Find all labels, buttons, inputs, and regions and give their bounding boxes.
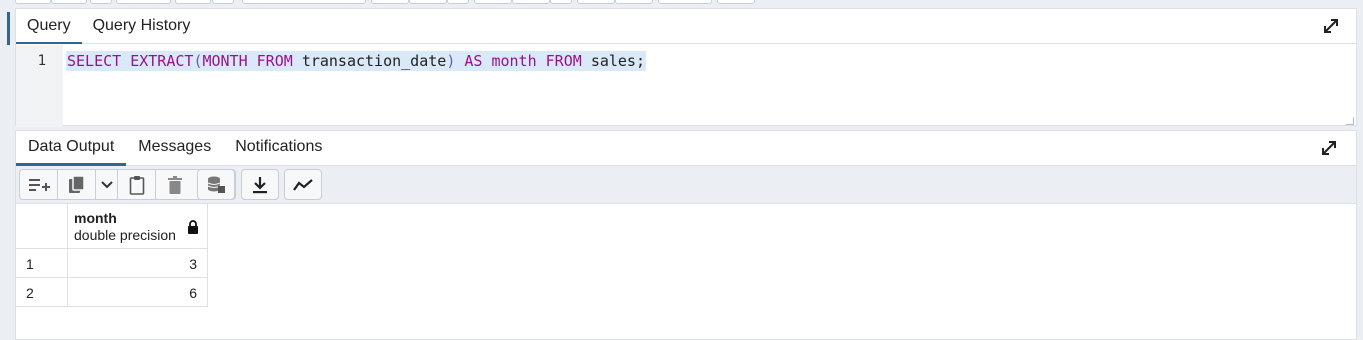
grid-corner[interactable] bbox=[16, 204, 68, 249]
toolbar-button[interactable] bbox=[15, 0, 51, 4]
sql-editor[interactable]: 1 SELECT EXTRACT(MONTH FROM transaction_… bbox=[16, 45, 1356, 127]
toolbar-button[interactable] bbox=[212, 0, 234, 4]
resize-grip-icon[interactable] bbox=[1346, 117, 1354, 125]
toolbar-button[interactable] bbox=[474, 0, 512, 4]
add-row-icon[interactable] bbox=[20, 170, 58, 199]
main-toolbar-strip bbox=[0, 0, 1363, 6]
toolbar-button[interactable] bbox=[512, 0, 550, 4]
line-number: 1 bbox=[37, 53, 46, 69]
chevron-down-icon[interactable] bbox=[96, 170, 118, 199]
toolbar-button[interactable] bbox=[371, 0, 409, 4]
sql-keyword: MONTH bbox=[202, 52, 248, 70]
save-button-group bbox=[197, 169, 235, 200]
sql-paren: ) bbox=[446, 52, 456, 70]
line-gutter: 1 bbox=[16, 45, 63, 127]
tab-data-output[interactable]: Data Output bbox=[16, 131, 127, 166]
sql-identifier: transaction_date bbox=[301, 52, 447, 70]
column-header-month[interactable]: month double precision bbox=[68, 204, 208, 249]
save-data-icon[interactable] bbox=[198, 170, 234, 199]
column-type: double precision bbox=[74, 227, 176, 243]
sql-identifier: sales; bbox=[590, 52, 645, 70]
graph-icon[interactable] bbox=[285, 170, 321, 199]
code-line[interactable]: SELECT EXTRACT(MONTH FROM transaction_da… bbox=[66, 51, 646, 71]
copy-icon[interactable] bbox=[58, 170, 96, 199]
table-row[interactable]: 2 6 bbox=[16, 278, 208, 307]
toolbar-button[interactable] bbox=[550, 0, 572, 4]
sql-keyword: FROM bbox=[545, 52, 582, 70]
output-panel: Data Output Messages Notifications month… bbox=[15, 130, 1357, 340]
toolbar-button[interactable] bbox=[90, 0, 112, 4]
sql-alias: month bbox=[491, 52, 537, 70]
sql-keyword: SELECT bbox=[67, 52, 122, 70]
download-button-group bbox=[241, 169, 279, 200]
table-row[interactable]: 1 3 bbox=[16, 249, 208, 278]
panel-focus-indicator bbox=[7, 12, 10, 45]
expand-icon[interactable] bbox=[1322, 17, 1340, 35]
toolbar-button[interactable] bbox=[51, 0, 87, 4]
column-name: month bbox=[74, 210, 117, 226]
download-icon[interactable] bbox=[242, 170, 278, 199]
lock-icon bbox=[187, 220, 199, 240]
grid-header: month double precision bbox=[16, 204, 208, 249]
toolbar-button[interactable] bbox=[615, 0, 653, 4]
paste-icon[interactable] bbox=[118, 170, 156, 199]
delete-icon[interactable] bbox=[156, 170, 194, 199]
row-number[interactable]: 1 bbox=[16, 249, 68, 277]
tab-query-history[interactable]: Query History bbox=[82, 9, 202, 44]
toolbar-button[interactable] bbox=[175, 0, 211, 4]
row-number[interactable]: 2 bbox=[16, 278, 68, 306]
query-tabbar: Query Query History bbox=[16, 9, 1356, 44]
toolbar-button[interactable] bbox=[658, 0, 712, 4]
toolbar-button[interactable] bbox=[717, 0, 755, 4]
table-cell[interactable]: 3 bbox=[68, 249, 208, 277]
expand-icon[interactable] bbox=[1320, 139, 1338, 157]
toolbar-button[interactable] bbox=[447, 0, 469, 4]
toolbar-button[interactable] bbox=[577, 0, 615, 4]
graph-button-group bbox=[284, 169, 322, 200]
output-toolbar bbox=[16, 166, 1356, 204]
output-tabbar: Data Output Messages Notifications bbox=[16, 131, 1356, 166]
table-cell[interactable]: 6 bbox=[68, 278, 208, 306]
sql-function: EXTRACT bbox=[130, 52, 194, 70]
sql-keyword: AS bbox=[464, 52, 483, 70]
sql-keyword: FROM bbox=[256, 52, 293, 70]
query-panel: Query Query History 1 SELECT EXTRACT(MON… bbox=[15, 8, 1357, 127]
tab-messages[interactable]: Messages bbox=[126, 131, 223, 166]
toolbar-button[interactable] bbox=[409, 0, 447, 4]
tab-notifications[interactable]: Notifications bbox=[223, 131, 334, 166]
toolbar-button[interactable] bbox=[116, 0, 171, 4]
tab-query[interactable]: Query bbox=[16, 9, 82, 44]
toolbar-dropdown[interactable] bbox=[242, 0, 366, 4]
